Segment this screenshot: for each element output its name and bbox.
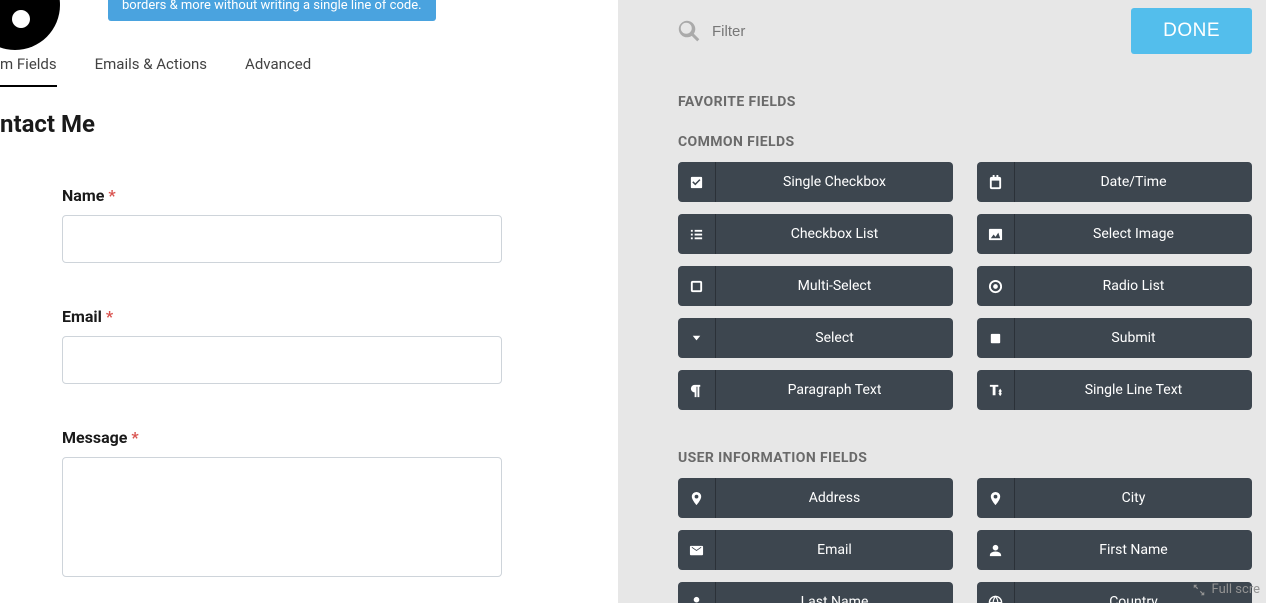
message-label: Message * bbox=[62, 428, 502, 447]
field-picker-panel: DONE FAVORITE FIELDS COMMON FIELDS Singl… bbox=[618, 0, 1266, 603]
favorite-fields-heading: FAVORITE FIELDS bbox=[678, 94, 1252, 110]
field-button-label: Multi-Select bbox=[716, 266, 953, 306]
user-field-button[interactable]: City bbox=[977, 478, 1252, 518]
user-info-fields-heading: USER INFORMATION FIELDS bbox=[678, 450, 1252, 466]
para-icon bbox=[678, 370, 716, 410]
field-button-label: Date/Time bbox=[1015, 162, 1252, 202]
field-button-label: Email bbox=[716, 530, 953, 570]
globe-icon bbox=[977, 582, 1015, 603]
user-icon bbox=[678, 582, 716, 603]
common-field-button[interactable]: Paragraph Text bbox=[678, 370, 953, 410]
fullscreen-toggle[interactable]: Full scre bbox=[1192, 582, 1260, 597]
done-button[interactable]: DONE bbox=[1131, 8, 1252, 54]
field-button-label: Select bbox=[716, 318, 953, 358]
field-button-label: City bbox=[1015, 478, 1252, 518]
common-field-button[interactable]: Date/Time bbox=[977, 162, 1252, 202]
chevdown-icon bbox=[678, 318, 716, 358]
check-icon bbox=[678, 162, 716, 202]
marker-icon bbox=[977, 478, 1015, 518]
list-icon bbox=[678, 214, 716, 254]
expand-icon bbox=[1192, 583, 1206, 597]
field-button-label: Single Checkbox bbox=[716, 162, 953, 202]
squarefill-icon bbox=[977, 318, 1015, 358]
form-title[interactable]: ntact Me bbox=[0, 110, 618, 138]
user-field-button[interactable]: Address bbox=[678, 478, 953, 518]
common-fields-heading: COMMON FIELDS bbox=[678, 134, 1252, 150]
marker-icon bbox=[678, 478, 716, 518]
field-button-label: Select Image bbox=[1015, 214, 1252, 254]
field-button-label: Submit bbox=[1015, 318, 1252, 358]
tab-advanced[interactable]: Advanced bbox=[245, 45, 311, 87]
form-body: Name * Email * Message * bbox=[0, 138, 502, 581]
common-field-button[interactable]: Radio List bbox=[977, 266, 1252, 306]
search-icon bbox=[678, 20, 700, 42]
common-field-button[interactable]: Single Line Text bbox=[977, 370, 1252, 410]
image-icon bbox=[977, 214, 1015, 254]
radio-icon bbox=[977, 266, 1015, 306]
filter-input[interactable] bbox=[712, 23, 912, 40]
user-field-button[interactable]: Last Name bbox=[678, 582, 953, 603]
common-field-button[interactable]: Checkbox List bbox=[678, 214, 953, 254]
common-field-button[interactable]: Multi-Select bbox=[678, 266, 953, 306]
field-button-label: Paragraph Text bbox=[716, 370, 953, 410]
tab-emails-actions[interactable]: Emails & Actions bbox=[95, 45, 207, 87]
common-fields-grid: Single Checkbox Date/Time Checkbox List Sel… bbox=[678, 162, 1252, 410]
common-field-button[interactable]: Submit bbox=[977, 318, 1252, 358]
field-button-label: Checkbox List bbox=[716, 214, 953, 254]
email-input[interactable] bbox=[62, 336, 502, 384]
email-label: Email * bbox=[62, 307, 502, 326]
field-button-label: First Name bbox=[1015, 530, 1252, 570]
common-field-button[interactable]: Select Image bbox=[977, 214, 1252, 254]
name-input[interactable] bbox=[62, 215, 502, 263]
user-info-fields-grid: AddressCityEmailFirst NameLast NameCount… bbox=[678, 478, 1252, 603]
common-field-button[interactable]: Single Checkbox bbox=[678, 162, 953, 202]
field-button-label: Single Line Text bbox=[1015, 370, 1252, 410]
tab-form-fields[interactable]: m Fields bbox=[0, 45, 57, 87]
field-button-label: Radio List bbox=[1015, 266, 1252, 306]
message-input[interactable] bbox=[62, 457, 502, 577]
user-field-button[interactable]: Email bbox=[678, 530, 953, 570]
name-label: Name * bbox=[62, 186, 502, 205]
app-logo bbox=[0, 0, 60, 50]
field-button-label: Address bbox=[716, 478, 953, 518]
square-icon bbox=[678, 266, 716, 306]
user-icon bbox=[977, 530, 1015, 570]
textheight-icon bbox=[977, 370, 1015, 410]
common-field-button[interactable]: Select bbox=[678, 318, 953, 358]
calendar-icon bbox=[977, 162, 1015, 202]
promo-banner: borders & more without writing a single … bbox=[108, 0, 436, 21]
envelope-icon bbox=[678, 530, 716, 570]
form-editor-panel: borders & more without writing a single … bbox=[0, 0, 618, 603]
editor-tabs: m Fields Emails & Actions Advanced bbox=[0, 45, 618, 88]
field-button-label: Last Name bbox=[716, 582, 953, 603]
user-field-button[interactable]: First Name bbox=[977, 530, 1252, 570]
